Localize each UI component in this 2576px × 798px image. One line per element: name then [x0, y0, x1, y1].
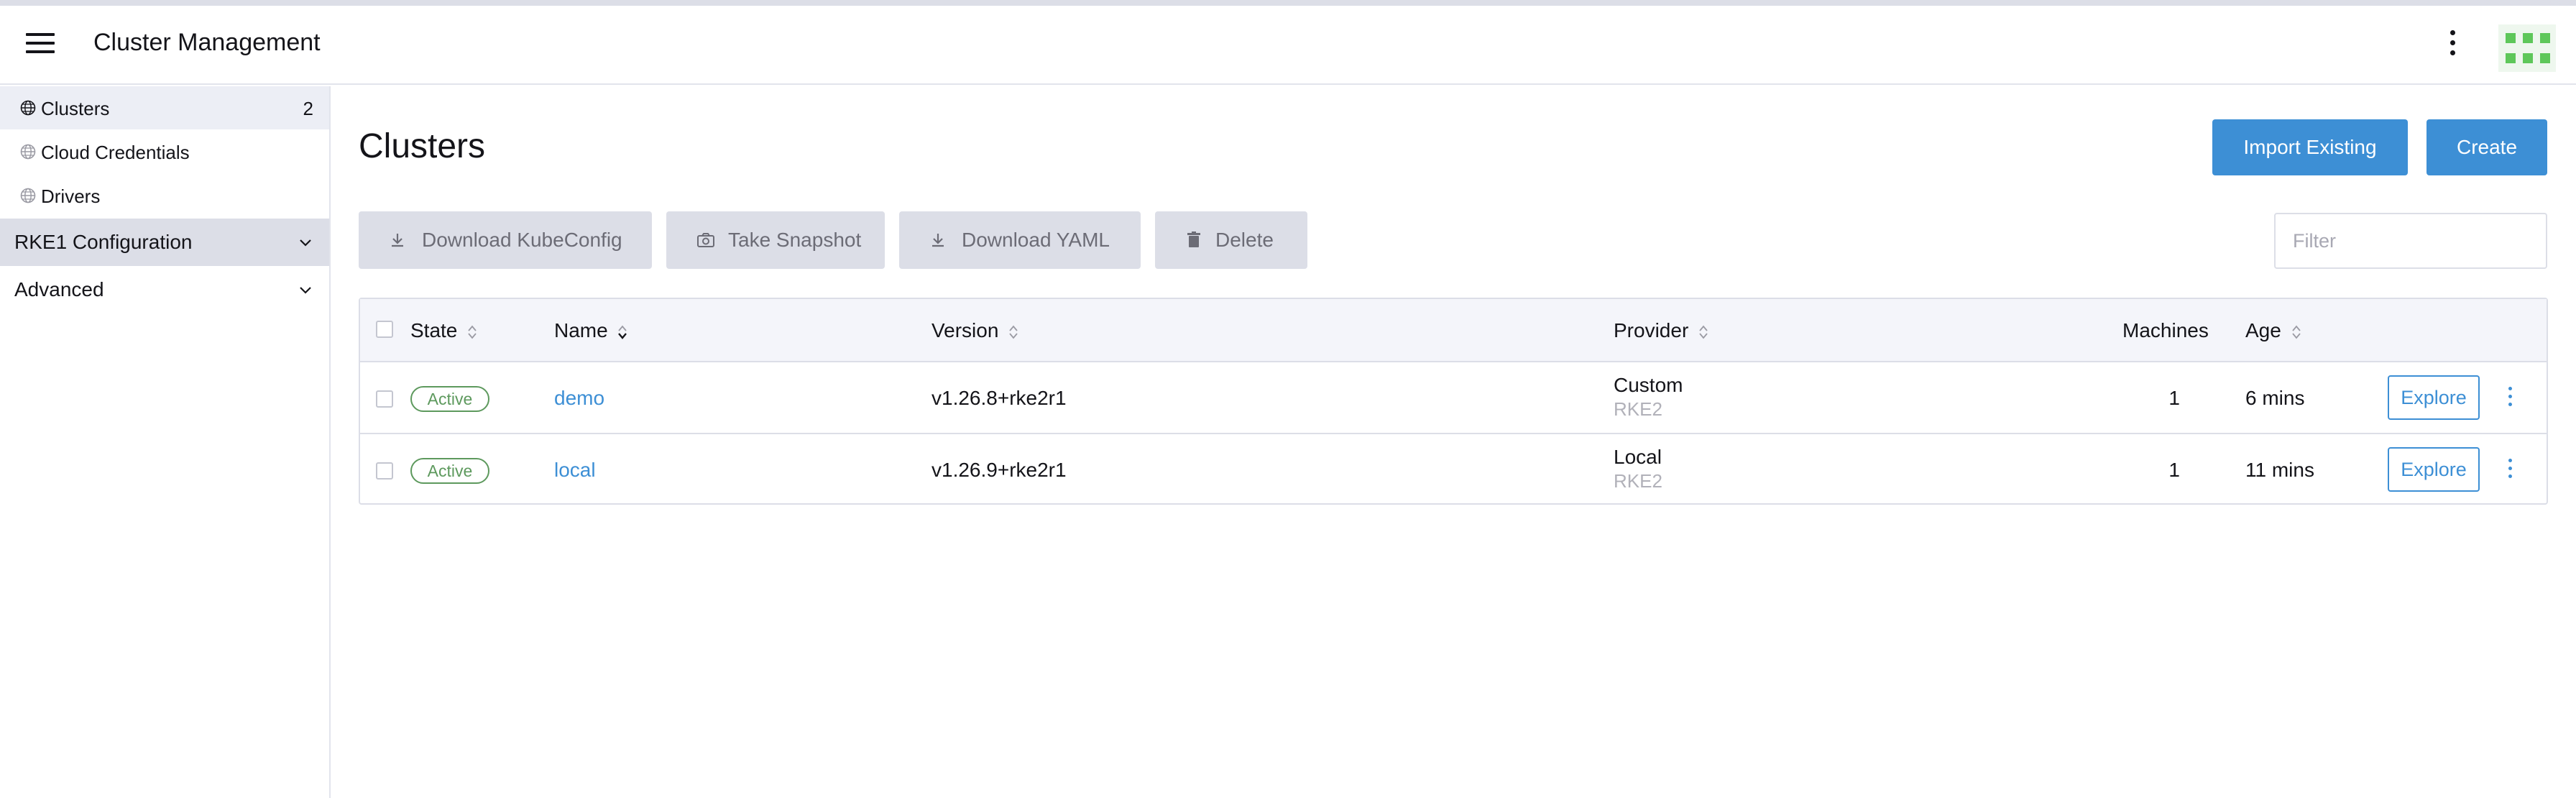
sort-icon: [468, 325, 477, 339]
download-kubeconfig-button[interactable]: Download KubeConfig: [359, 211, 652, 269]
hamburger-icon[interactable]: [26, 33, 55, 55]
column-header-age[interactable]: Age: [2245, 319, 2301, 342]
column-header-name[interactable]: Name: [554, 319, 627, 342]
cluster-name-link[interactable]: local: [554, 459, 596, 482]
sidebar-group-advanced[interactable]: Advanced: [0, 266, 329, 313]
take-snapshot-button[interactable]: Take Snapshot: [666, 211, 885, 269]
globe-icon: [20, 100, 36, 116]
chevron-down-icon: [300, 287, 311, 294]
table-row: Active demo v1.26.8+rke2r1 Custom RKE2 1…: [360, 364, 2547, 434]
delete-button[interactable]: Delete: [1155, 211, 1307, 269]
sidebar-group-label: RKE1 Configuration: [14, 231, 193, 253]
sidebar-item-label: Drivers: [41, 185, 101, 207]
column-header-state[interactable]: State: [410, 319, 477, 342]
user-avatar-icon[interactable]: [2498, 24, 2556, 72]
sidebar-item-count: 2: [303, 98, 313, 119]
column-label: State: [410, 319, 458, 341]
cluster-version: v1.26.8+rke2r1: [932, 387, 1067, 409]
status-badge: Active: [410, 458, 489, 484]
filter-input[interactable]: [2274, 213, 2547, 269]
column-label: Version: [932, 319, 999, 341]
cluster-age: 11 mins: [2245, 459, 2314, 481]
cluster-provider-sub: RKE2: [1614, 398, 1662, 420]
globe-icon: [20, 144, 36, 160]
button-label: Download YAML: [962, 229, 1110, 251]
cluster-provider: Local: [1614, 446, 1662, 468]
download-icon: [932, 234, 944, 247]
chevron-down-icon: [300, 239, 311, 247]
button-label: Delete: [1215, 229, 1274, 251]
column-label: Provider: [1614, 319, 1689, 341]
sort-icon: [1009, 325, 1018, 339]
kebab-vertical-icon[interactable]: [2444, 30, 2461, 62]
sidebar-item-label: Cloud Credentials: [41, 142, 190, 163]
sidebar-item-clusters[interactable]: Clusters 2: [0, 86, 329, 129]
column-label: Name: [554, 319, 608, 341]
create-button[interactable]: Create: [2426, 119, 2547, 175]
explore-button[interactable]: Explore: [2388, 375, 2480, 420]
kebab-vertical-icon[interactable]: [2505, 387, 2515, 411]
sort-icon: [1699, 325, 1708, 339]
button-label: Download KubeConfig: [422, 229, 622, 251]
column-label: Machines: [2122, 319, 2209, 341]
status-badge: Active: [410, 386, 489, 412]
download-yaml-button[interactable]: Download YAML: [899, 211, 1141, 269]
button-label: Take Snapshot: [728, 229, 862, 251]
row-checkbox[interactable]: [376, 462, 393, 480]
explore-button[interactable]: Explore: [2388, 447, 2480, 492]
globe-icon: [20, 188, 36, 203]
sidebar-item-label: Clusters: [41, 98, 110, 119]
cluster-provider-sub: RKE2: [1614, 470, 1662, 492]
sidebar-group-label: Advanced: [14, 278, 104, 301]
sort-active-icon: [618, 325, 627, 339]
app-title: Cluster Management: [93, 29, 321, 56]
cluster-version: v1.26.9+rke2r1: [932, 459, 1067, 481]
select-all-checkbox[interactable]: [376, 321, 393, 338]
trash-icon: [1187, 231, 1200, 247]
cluster-provider: Custom: [1614, 374, 1683, 396]
import-existing-button[interactable]: Import Existing: [2212, 119, 2408, 175]
page-title: Clusters: [359, 127, 486, 165]
sidebar: Clusters 2 Cloud Credentials Drivers RKE…: [0, 86, 331, 798]
cluster-name-link[interactable]: demo: [554, 387, 604, 410]
sidebar-item-cloud-credentials[interactable]: Cloud Credentials: [0, 130, 329, 173]
column-header-machines: Machines: [2122, 319, 2209, 342]
cluster-machines: 1: [2168, 387, 2180, 409]
cluster-machines: 1: [2168, 459, 2180, 481]
sidebar-group-rke1-configuration[interactable]: RKE1 Configuration: [0, 219, 329, 266]
column-header-version[interactable]: Version: [932, 319, 1018, 342]
download-icon: [392, 234, 403, 247]
sidebar-item-drivers[interactable]: Drivers: [0, 174, 329, 217]
column-header-provider[interactable]: Provider: [1614, 319, 1708, 342]
kebab-vertical-icon[interactable]: [2505, 459, 2515, 483]
row-checkbox[interactable]: [376, 390, 393, 408]
camera-icon: [697, 233, 714, 247]
app-header: Cluster Management: [0, 6, 2576, 85]
table-header: State Name Version Provider Machines Age: [360, 299, 2547, 362]
column-label: Age: [2245, 319, 2281, 341]
table-row: Active local v1.26.9+rke2r1 Local RKE2 1…: [360, 436, 2547, 506]
cluster-age: 6 mins: [2245, 387, 2305, 409]
clusters-table: State Name Version Provider Machines Age…: [359, 298, 2548, 505]
top-stripe: [0, 0, 2576, 6]
sort-icon: [2291, 325, 2301, 339]
